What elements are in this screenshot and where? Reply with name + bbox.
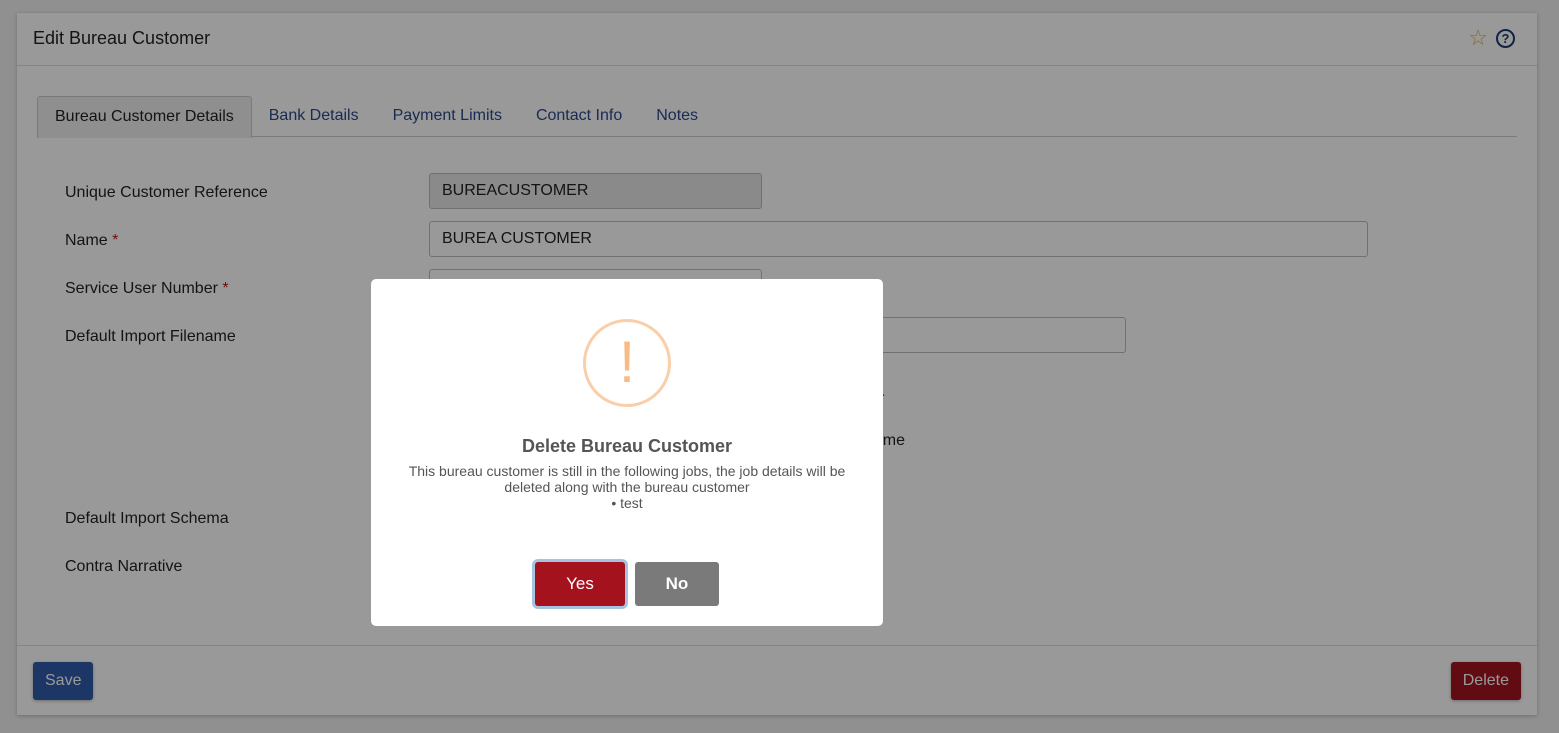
dialog-message: This bureau customer is still in the fol… xyxy=(401,463,853,511)
dialog-message-text: This bureau customer is still in the fol… xyxy=(408,463,846,495)
dialog-actions: Yes No xyxy=(371,562,883,606)
dialog-title: Delete Bureau Customer xyxy=(521,436,733,456)
job-list-item: test xyxy=(401,495,853,511)
no-button[interactable]: No xyxy=(635,562,719,606)
job-list: test xyxy=(401,495,853,511)
delete-confirm-dialog: ! Delete Bureau Customer This bureau cus… xyxy=(371,279,883,626)
warning-icon: ! xyxy=(583,319,671,407)
yes-button[interactable]: Yes xyxy=(535,562,625,606)
